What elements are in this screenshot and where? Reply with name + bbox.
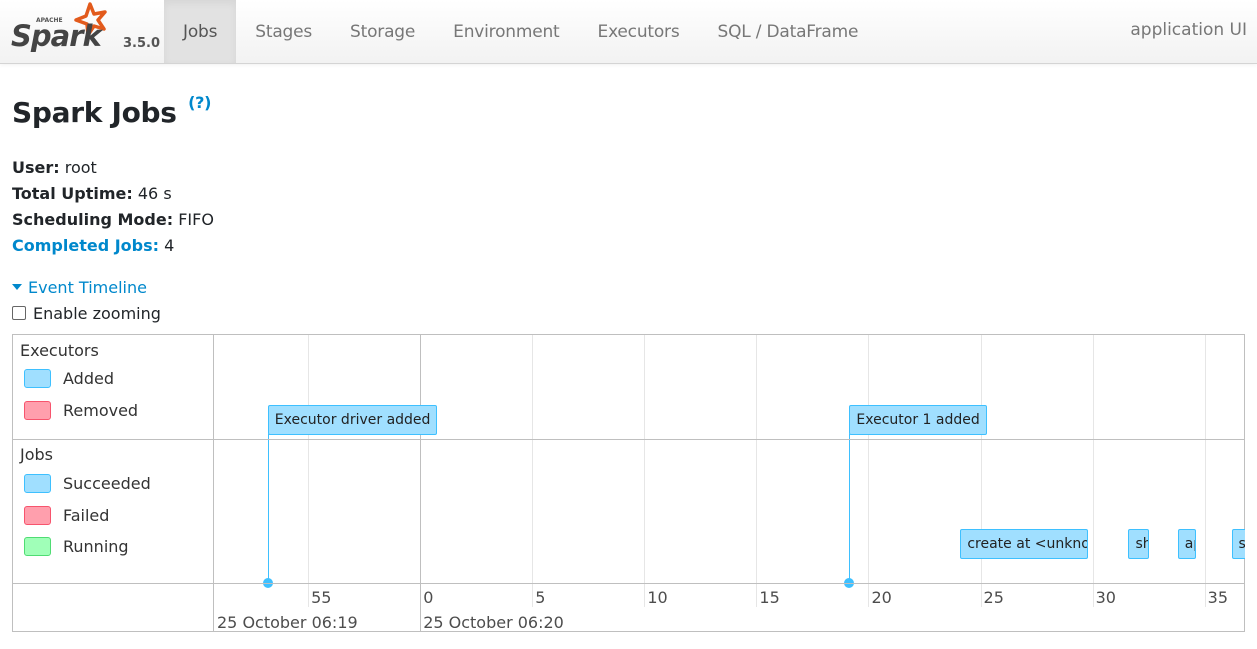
timeline-tick-label: 0	[423, 588, 434, 607]
page-title: Spark Jobs (?)	[12, 93, 211, 129]
page-header: Spark Jobs (?)	[12, 93, 211, 129]
scheduling-mode-label: Scheduling Mode:	[12, 210, 174, 229]
executor-event-box[interactable]: Executor driver added	[267, 405, 438, 435]
spark-wordmark: Spark	[11, 19, 104, 53]
timeline-gridline	[980, 335, 982, 607]
legend-label: Failed	[63, 506, 110, 525]
user-value: root	[64, 158, 97, 177]
spark-logo[interactable]: APACHE Spark 3.5.0	[10, 2, 160, 60]
timeline-gridline	[532, 335, 534, 607]
tab-jobs[interactable]: Jobs	[164, 0, 237, 63]
summary-scheduling-mode: Scheduling Mode: FIFO	[12, 207, 214, 233]
legend-label: Removed	[63, 401, 139, 420]
job-bar[interactable]: show	[1128, 529, 1149, 559]
job-bar[interactable]: show	[1231, 529, 1245, 559]
top-navbar: APACHE Spark 3.5.0 Jobs Stages Storage E…	[0, 0, 1257, 64]
group-divider	[13, 439, 1244, 440]
running-swatch-icon	[24, 537, 51, 556]
legend-executors-title: Executors	[20, 341, 99, 360]
spark-version: 3.5.0	[123, 36, 161, 51]
tab-stages[interactable]: Stages	[236, 0, 331, 63]
event-timeline: Executors Added Removed Jobs Succeeded F…	[12, 334, 1245, 632]
enable-zooming-label[interactable]: Enable zooming	[33, 304, 161, 323]
tab-sql-dataframe[interactable]: SQL / DataFrame	[699, 0, 878, 63]
uptime-value: 46 s	[137, 184, 172, 203]
legend-label: Added	[63, 369, 114, 388]
removed-swatch-icon	[24, 401, 51, 420]
timeline-tick-label: 30	[1095, 588, 1116, 607]
executor-event-line	[849, 434, 851, 584]
timeline-gridline	[420, 335, 422, 631]
legend-label: Succeeded	[63, 474, 151, 493]
spark-star-icon: APACHE Spark	[11, 2, 107, 53]
timeline-gridline	[308, 335, 310, 607]
timeline-legend: Executors Added Removed Jobs Succeeded F…	[13, 335, 214, 631]
application-title: application UI	[1130, 20, 1247, 40]
summary-user: User: root	[12, 155, 214, 181]
scheduling-mode-value: FIFO	[178, 210, 214, 229]
completed-jobs-link[interactable]: Completed Jobs:	[12, 236, 159, 255]
job-bar[interactable]: apply	[1177, 529, 1196, 559]
enable-zooming-option: Enable zooming	[12, 304, 161, 323]
summary-completed-jobs: Completed Jobs: 4	[12, 233, 214, 259]
timeline-tick-label: 20	[871, 588, 892, 607]
timeline-major-label: 25 October 06:19	[217, 613, 358, 631]
timeline-gridline	[1204, 335, 1206, 607]
completed-jobs-value: 4	[164, 236, 175, 255]
job-summary: User: root Total Uptime: 46 s Scheduling…	[12, 155, 214, 259]
page-title-text: Spark Jobs	[12, 96, 177, 129]
uptime-label: Total Uptime:	[12, 184, 133, 203]
legend-jobs-title: Jobs	[20, 445, 53, 464]
timeline-tick-label: 10	[647, 588, 668, 607]
succeeded-swatch-icon	[24, 474, 51, 493]
help-link[interactable]: (?)	[188, 93, 211, 112]
failed-swatch-icon	[24, 506, 51, 525]
legend-job-succeeded: Succeeded	[24, 474, 151, 493]
executor-event-box[interactable]: Executor 1 added	[849, 405, 987, 435]
timeline-gridline	[644, 335, 646, 607]
timeline-tick-label: 25	[983, 588, 1004, 607]
executor-event-line	[267, 434, 269, 584]
summary-uptime: Total Uptime: 46 s	[12, 181, 214, 207]
axis-divider	[13, 583, 1244, 584]
legend-job-failed: Failed	[24, 506, 109, 525]
timeline-plot-area[interactable]: 55 0 5 10 15 20 25 30 35 25 October 06:19 25 Octob…	[214, 335, 1245, 631]
tab-executors[interactable]: Executors	[579, 0, 699, 63]
tab-storage[interactable]: Storage	[331, 0, 434, 63]
timeline-tick-label: 55	[311, 588, 332, 607]
caret-down-icon	[12, 283, 22, 290]
timeline-gridline	[756, 335, 758, 607]
timeline-tick-label: 15	[759, 588, 780, 607]
event-timeline-toggle[interactable]: Event Timeline	[12, 278, 147, 297]
legend-job-running: Running	[24, 537, 129, 556]
legend-executor-added: Added	[24, 369, 114, 388]
nav-tabs: Jobs Stages Storage Environment Executor…	[164, 0, 877, 64]
added-swatch-icon	[24, 369, 51, 388]
user-label: User:	[12, 158, 60, 177]
timeline-gridline	[1092, 335, 1094, 607]
timeline-gridline	[868, 335, 870, 607]
legend-executor-removed: Removed	[24, 401, 138, 420]
enable-zooming-checkbox[interactable]	[12, 305, 26, 320]
tab-environment[interactable]: Environment	[434, 0, 578, 63]
legend-label: Running	[63, 537, 129, 556]
timeline-tick-label: 35	[1207, 588, 1229, 607]
timeline-tick-label: 5	[535, 588, 546, 607]
timeline-major-label: 25 October 06:20	[423, 613, 564, 631]
event-timeline-label: Event Timeline	[28, 278, 147, 297]
job-bar[interactable]: create at <unknown>	[960, 529, 1089, 559]
